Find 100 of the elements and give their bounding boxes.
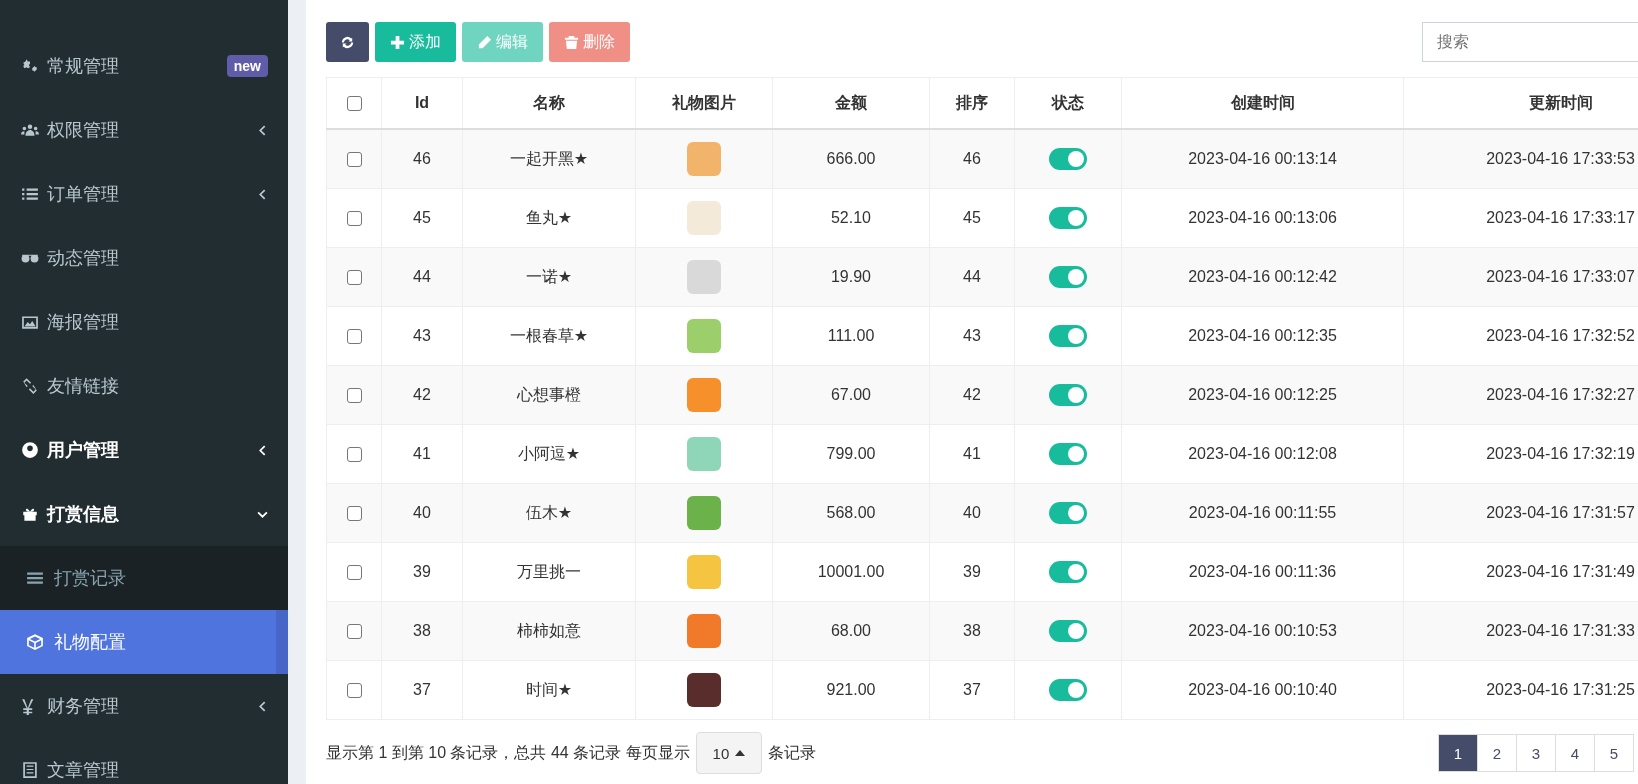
table-cell: 2023-04-16 17:31:33 (1486, 622, 1635, 639)
sidebar-item[interactable]: 打赏信息 (0, 482, 288, 546)
search-field[interactable]: 搜索 (1422, 22, 1638, 62)
table-cell: 45 (413, 209, 431, 226)
page-button[interactable]: 2 (1477, 734, 1517, 772)
pencil-icon (477, 34, 492, 50)
gift-photo-placeholder (687, 614, 721, 648)
table-cell: 2023-04-16 00:12:08 (1188, 445, 1337, 462)
submenu-item[interactable]: 礼物配置 (0, 610, 288, 674)
table-cell: 2023-04-16 00:12:42 (1188, 268, 1337, 285)
table-cell: 52.10 (830, 209, 871, 226)
status-toggle[interactable] (1049, 620, 1087, 642)
table-cell: 2023-04-16 00:11:55 (1188, 504, 1337, 521)
status-toggle[interactable] (1049, 502, 1087, 524)
table-cell: 666.00 (826, 150, 876, 167)
sidebar-item[interactable]: 动态管理 (0, 226, 288, 290)
page-button[interactable]: 5 (1594, 734, 1634, 772)
table-cell: 40 (963, 504, 981, 521)
table-cell: 2023-04-16 00:12:35 (1188, 327, 1337, 344)
status-toggle[interactable] (1049, 148, 1087, 170)
refresh-icon (340, 34, 355, 50)
status-toggle[interactable] (1049, 384, 1087, 406)
table-cell: 柿柿如意 (517, 621, 581, 639)
refresh-button[interactable] (326, 22, 369, 62)
row-checkbox[interactable] (346, 211, 362, 227)
table-cell: 44 (963, 268, 981, 285)
cube-icon (26, 633, 44, 651)
table-cell: 2023-04-16 00:13:06 (1188, 209, 1337, 226)
caret-up-icon (735, 750, 746, 756)
table-cell: 2023-04-16 00:10:40 (1188, 681, 1337, 698)
sidebar-item[interactable]: 常规管理 new (0, 34, 288, 98)
submenu-item[interactable]: 打赏记录 (0, 546, 288, 610)
table-cell: 67.00 (830, 386, 871, 403)
sidebar-item[interactable]: 订单管理 (0, 162, 288, 226)
sidebar-item[interactable]: 海报管理 (0, 290, 288, 354)
gift-photo-placeholder (687, 201, 721, 235)
table-cell: 2023-04-16 00:11:36 (1188, 563, 1337, 580)
table-cell: 921.00 (826, 681, 876, 698)
sidebar-item[interactable]: 权限管理 (0, 98, 288, 162)
page-button[interactable]: 1 (1438, 734, 1478, 772)
plus-icon (390, 34, 405, 50)
table-cell: 一起开黑★ (509, 149, 589, 167)
menu-icon (21, 441, 39, 459)
menu-icon (21, 761, 39, 779)
new-badge: new (226, 55, 268, 77)
table-cell: 45 (963, 209, 981, 226)
menu-icon (21, 185, 39, 203)
table-cell: 41 (413, 445, 431, 462)
page-button[interactable]: 3 (1516, 734, 1556, 772)
row-checkbox[interactable] (346, 447, 362, 463)
status-toggle[interactable] (1049, 679, 1087, 701)
page-size-suffix: 条记录 (768, 742, 817, 763)
status-toggle[interactable] (1049, 325, 1087, 347)
menu-icon (21, 377, 39, 395)
status-toggle[interactable] (1049, 266, 1087, 288)
table-cell: 心想事橙 (517, 385, 581, 403)
table-cell: 38 (963, 622, 981, 639)
table-cell: 鱼丸★ (525, 208, 573, 226)
status-toggle[interactable] (1049, 443, 1087, 465)
list-icon (26, 569, 44, 587)
sidebar-item[interactable]: 友情链接 (0, 354, 288, 418)
table-cell: 39 (413, 563, 431, 580)
sidebar-item[interactable]: 文章管理 (0, 738, 288, 784)
table-cell: 2023-04-16 17:33:07 (1486, 268, 1635, 285)
table-cell: 2023-04-16 17:32:27 (1486, 386, 1635, 403)
sidebar-item[interactable]: 用户管理 (0, 418, 288, 482)
table-cell: 2023-04-16 00:10:53 (1188, 622, 1337, 639)
table-cell: 37 (413, 681, 431, 698)
table-cell: 46 (963, 150, 981, 167)
table-cell: 2023-04-16 17:31:57 (1486, 504, 1635, 521)
gift-photo-placeholder (687, 142, 721, 176)
table-cell: 一根春草★ (509, 326, 589, 344)
gift-photo-placeholder (687, 378, 721, 412)
row-checkbox[interactable] (346, 270, 362, 286)
table-cell: 2023-04-16 17:32:19 (1486, 445, 1635, 462)
pagination-summary: 显示第 1 到第 10 条记录，总共 44 条记录 每页显示 (326, 742, 690, 763)
gift-photo-placeholder (687, 673, 721, 707)
page-size-dropdown[interactable]: 10 (695, 732, 763, 774)
row-checkbox[interactable] (346, 388, 362, 404)
status-toggle[interactable] (1049, 207, 1087, 229)
row-checkbox[interactable] (346, 506, 362, 522)
table-cell: 68.00 (830, 622, 871, 639)
table-cell: 2023-04-16 17:31:25 (1486, 681, 1635, 698)
row-checkbox[interactable] (346, 152, 362, 168)
table-cell: 42 (413, 386, 431, 403)
table-cell: 37 (963, 681, 981, 698)
row-checkbox[interactable] (346, 683, 362, 699)
table-cell: 42 (963, 386, 981, 403)
status-toggle[interactable] (1049, 561, 1087, 583)
row-checkbox[interactable] (346, 329, 362, 345)
table-cell: 10001.00 (817, 563, 885, 580)
table-cell: 41 (963, 445, 981, 462)
table-cell: 43 (963, 327, 981, 344)
row-checkbox[interactable] (346, 624, 362, 640)
table-cell: 38 (413, 622, 431, 639)
table-cell: 44 (413, 268, 431, 285)
select-all-checkbox[interactable] (346, 96, 362, 112)
page-button[interactable]: 4 (1555, 734, 1595, 772)
sidebar-item[interactable]: 财务管理 (0, 674, 288, 738)
row-checkbox[interactable] (346, 565, 362, 581)
